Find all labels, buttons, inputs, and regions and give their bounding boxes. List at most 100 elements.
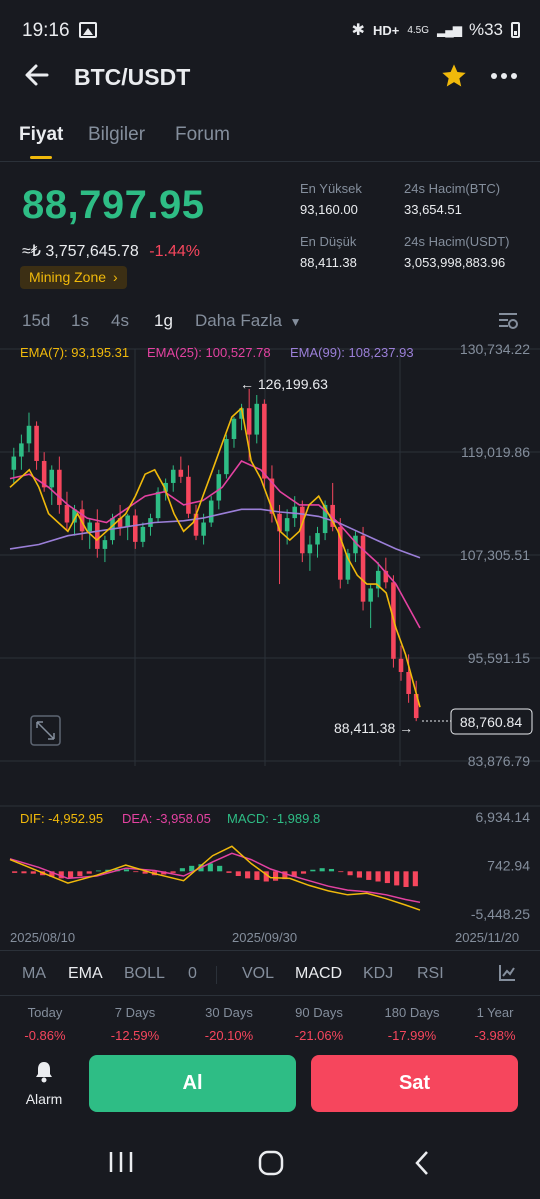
ema99-line xyxy=(9,508,421,559)
ema99-legend: EMA(99): 108,237.93 xyxy=(290,345,414,360)
indicator-macd[interactable]: MACD xyxy=(295,965,342,983)
candle-body xyxy=(360,535,366,602)
price-axis-label: 95,591.15 xyxy=(468,650,530,666)
candle xyxy=(140,522,146,548)
x-label-2: 2025/09/30 xyxy=(232,930,297,945)
candle xyxy=(170,465,176,492)
price-axis-label: 83,876.79 xyxy=(468,753,530,769)
perf-90d: 90 Days -21.06% xyxy=(274,1005,364,1043)
ema7-line xyxy=(9,406,421,708)
indicator-boll[interactable]: BOLL xyxy=(124,965,165,983)
favorite-star-icon[interactable] xyxy=(440,62,468,90)
indicator-rsi[interactable]: RSI xyxy=(417,965,444,983)
back-nav-icon[interactable] xyxy=(414,1150,430,1176)
perf-30d: 30 Days -20.10% xyxy=(184,1005,274,1043)
macd-axis-label: 742.94 xyxy=(487,858,530,874)
ema7-legend: EMA(7): 93,195.31 xyxy=(20,345,129,360)
high-annotation: ← 126,199.63 xyxy=(240,376,328,392)
interval-1s[interactable]: 1s xyxy=(71,311,89,331)
tab-price[interactable]: Fiyat xyxy=(19,124,63,146)
perf-label: Today xyxy=(27,1005,63,1020)
system-nav-bar xyxy=(0,1130,540,1199)
macd-value-legend: MACD: -1,989.8 xyxy=(227,811,320,826)
x-label-3: 2025/11/20 xyxy=(455,930,519,945)
candle-body xyxy=(178,469,184,477)
buy-button[interactable]: Al xyxy=(89,1055,296,1112)
candle xyxy=(368,584,373,629)
price-try: ≈₺ 3,757,645.78 xyxy=(22,243,139,260)
price-chart[interactable]: 6,934.14 742.94 -5,448.25 130,734.22 119,01… xyxy=(0,338,540,948)
candle-body xyxy=(140,526,146,542)
interval-more[interactable]: Daha Fazla ▼ xyxy=(195,311,302,331)
macd-axis-label: 6,934.14 xyxy=(476,809,531,825)
candle-body xyxy=(262,403,267,479)
home-icon[interactable] xyxy=(258,1150,284,1176)
more-options-icon[interactable] xyxy=(490,72,518,80)
perf-value: -21.06% xyxy=(294,1028,344,1043)
candle-body xyxy=(208,500,214,523)
interval-1g[interactable]: 1g xyxy=(154,311,173,331)
candle xyxy=(26,412,32,453)
perf-value: -3.98% xyxy=(474,1028,516,1043)
candle xyxy=(300,500,305,563)
signal-icon: ▂▄▆ xyxy=(437,23,462,37)
indicator-divider xyxy=(0,950,540,951)
low-annotation: 88,411.38 → xyxy=(334,720,413,736)
pair-title: BTC/USDT xyxy=(74,64,191,90)
candle-body xyxy=(125,515,130,527)
candle-body xyxy=(216,474,222,501)
candle-body xyxy=(307,544,313,554)
candle-body xyxy=(254,403,260,435)
indicator-settings-icon[interactable] xyxy=(498,964,516,982)
tab-divider xyxy=(0,161,540,162)
perf-value: -20.10% xyxy=(204,1028,254,1043)
candle-body xyxy=(170,469,176,483)
candle-body xyxy=(64,504,70,523)
mining-zone-label: Mining Zone xyxy=(29,269,107,285)
alarm-label: Alarm xyxy=(25,1091,63,1107)
fullscreen-icon[interactable] xyxy=(30,715,61,746)
interval-15d[interactable]: 15d xyxy=(22,311,50,331)
candle xyxy=(353,531,358,563)
perf-value: -17.99% xyxy=(387,1028,437,1043)
candle xyxy=(231,417,237,448)
high-value: 93,160.00 xyxy=(300,202,358,217)
indicator-kdj[interactable]: KDJ xyxy=(363,965,393,983)
perf-1y: 1 Year -3.98% xyxy=(450,1005,540,1043)
candle-body xyxy=(19,443,24,457)
status-time: 19:16 xyxy=(22,20,70,41)
network-type: 4.5G xyxy=(407,24,429,36)
interval-4s[interactable]: 4s xyxy=(111,311,129,331)
candle xyxy=(186,465,191,519)
candle xyxy=(375,562,381,598)
tab-info[interactable]: Bilgiler xyxy=(88,124,145,146)
candle xyxy=(19,434,24,470)
candle-body xyxy=(49,469,55,488)
tab-forum[interactable]: Forum xyxy=(175,124,230,146)
candle xyxy=(208,496,214,527)
recent-apps-icon[interactable] xyxy=(108,1150,134,1174)
alarm-button[interactable]: Alarm xyxy=(20,1060,68,1107)
indicator-ma[interactable]: MA xyxy=(22,965,46,983)
chart-settings-icon[interactable] xyxy=(498,312,518,330)
back-arrow-icon[interactable] xyxy=(22,60,52,90)
candle-body xyxy=(155,491,161,519)
low-value: 88,411.38 xyxy=(300,255,357,270)
candle-body xyxy=(57,469,62,505)
candle-body xyxy=(26,425,32,444)
gallery-icon xyxy=(79,22,97,38)
battery-label: %33 xyxy=(468,20,503,39)
sell-button[interactable]: Sat xyxy=(311,1055,518,1112)
tab-underline xyxy=(30,156,52,159)
indicator-ema[interactable]: EMA xyxy=(68,965,103,983)
indicator-zero[interactable]: 0 xyxy=(188,965,197,983)
candle-body xyxy=(87,522,92,532)
mining-zone-badge[interactable]: Mining Zone › xyxy=(20,266,127,289)
candle xyxy=(277,504,282,585)
hd-icon: HD+ xyxy=(372,22,400,38)
high-annotation-value: 126,199.63 xyxy=(258,376,328,392)
candle-body xyxy=(284,518,290,532)
candle xyxy=(95,509,100,558)
candle-body xyxy=(201,522,206,536)
indicator-vol[interactable]: VOL xyxy=(242,965,274,983)
